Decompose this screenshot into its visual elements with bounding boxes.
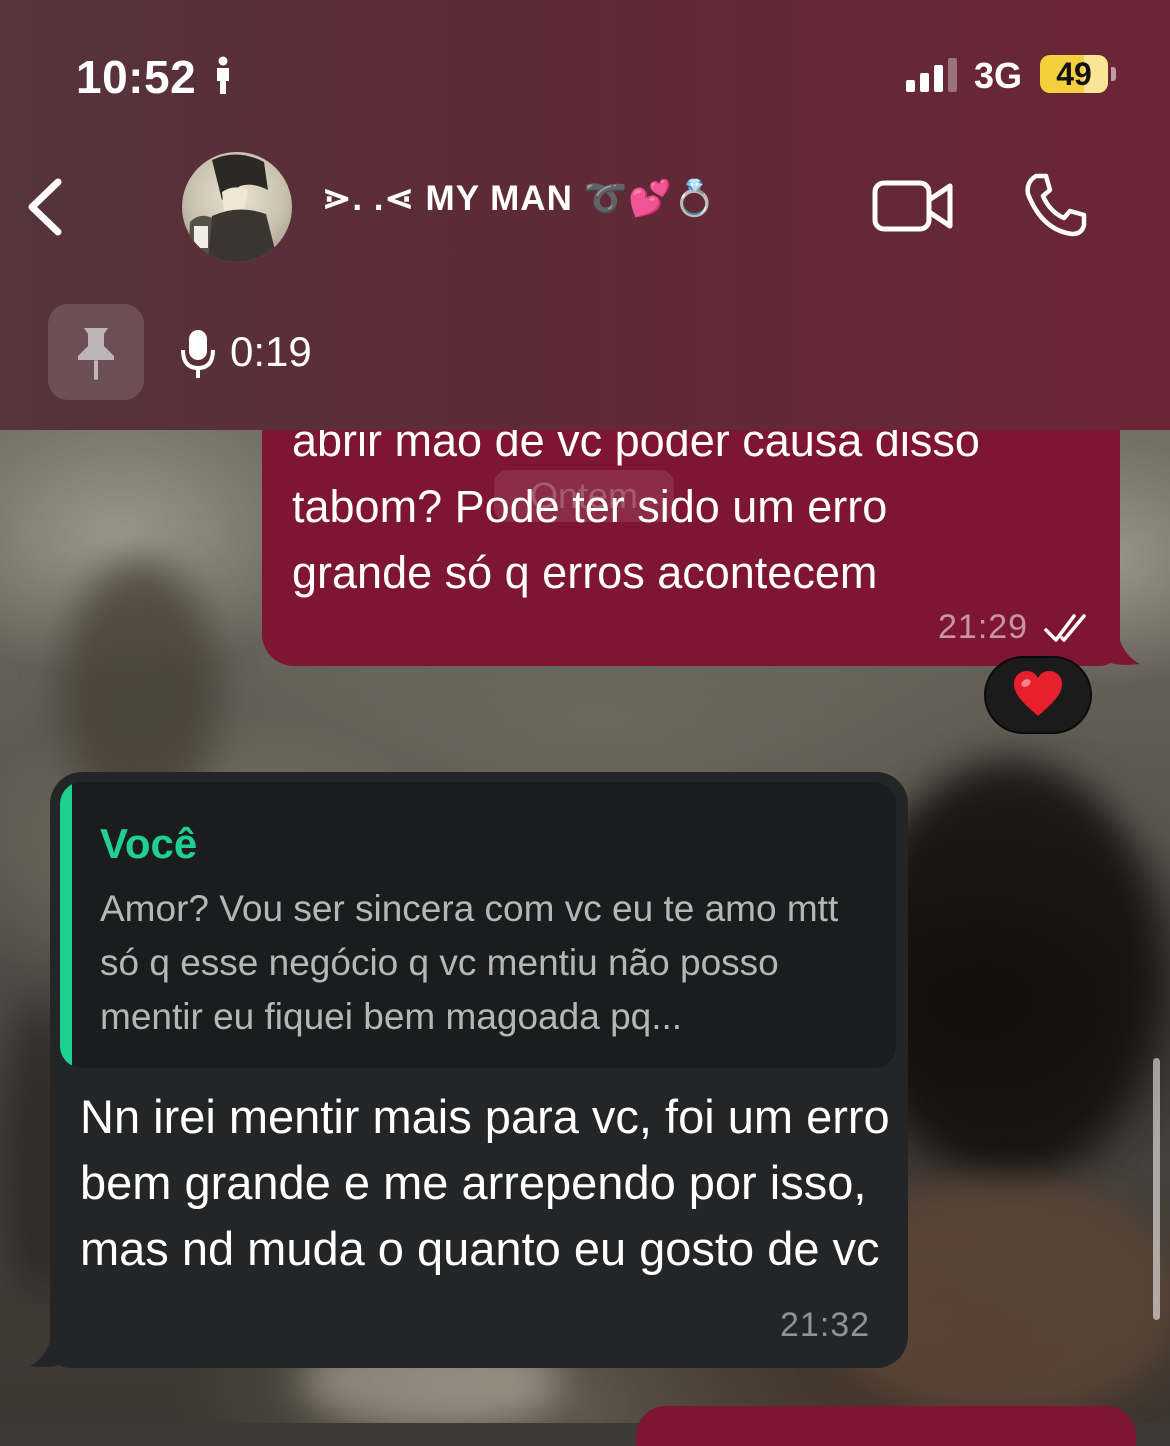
battery-nub	[1111, 67, 1116, 81]
signal-bars-icon	[906, 58, 957, 92]
phone-icon[interactable]	[1022, 172, 1088, 238]
quote-text: Amor? Vou ser sincera com vc eu te amo m…	[100, 888, 839, 1037]
message-timestamp: 21:29	[938, 608, 1029, 646]
video-camera-icon[interactable]	[872, 178, 954, 234]
message-line: tabom? Pode ter sido um erro	[292, 481, 888, 532]
microphone-icon	[181, 330, 215, 378]
contact-name[interactable]: ⋗. .⋖ MY MAN ➰💕💍	[322, 178, 717, 219]
network-type: 3G	[974, 55, 1023, 96]
next-outgoing-message[interactable]	[636, 1406, 1136, 1446]
message-line: grande só q erros acontecem	[292, 547, 878, 598]
person-walking-icon	[217, 56, 229, 94]
quote-author: Você	[100, 820, 198, 867]
chat-scrollbar[interactable]	[1153, 1058, 1160, 1320]
quoted-reply[interactable]: Você Amor? Vou ser sincera com vc eu te …	[60, 782, 896, 1068]
message-timestamp: 21:32	[780, 1306, 871, 1344]
quote-accent-bar	[60, 782, 72, 1068]
chat-header: 10:52 3G 49 ⋗. .⋖ MY MAN ➰💕💍 0:19	[0, 0, 1170, 430]
pinned-duration[interactable]: 0:19	[230, 328, 312, 376]
incoming-message[interactable]: Você Amor? Vou ser sincera com vc eu te …	[50, 772, 908, 1368]
back-arrow-icon[interactable]	[22, 172, 72, 242]
battery-level: 49	[1056, 56, 1092, 92]
avatar[interactable]	[182, 152, 292, 262]
pin-icon	[78, 328, 114, 380]
incoming-message-text: Nn irei mentir mais para vc, foi um erro…	[80, 1090, 890, 1275]
status-time: 10:52	[76, 51, 197, 103]
outgoing-message-text: abrir mão de vc poder causa disso tabom?…	[292, 408, 1092, 606]
pin-button[interactable]	[48, 304, 144, 400]
battery-icon: 49	[1040, 55, 1108, 93]
reaction-badge[interactable]	[984, 656, 1092, 734]
date-separator-pill: Ontem	[494, 470, 674, 522]
heart-reaction-icon	[1014, 671, 1062, 716]
double-check-icon	[1044, 614, 1086, 642]
